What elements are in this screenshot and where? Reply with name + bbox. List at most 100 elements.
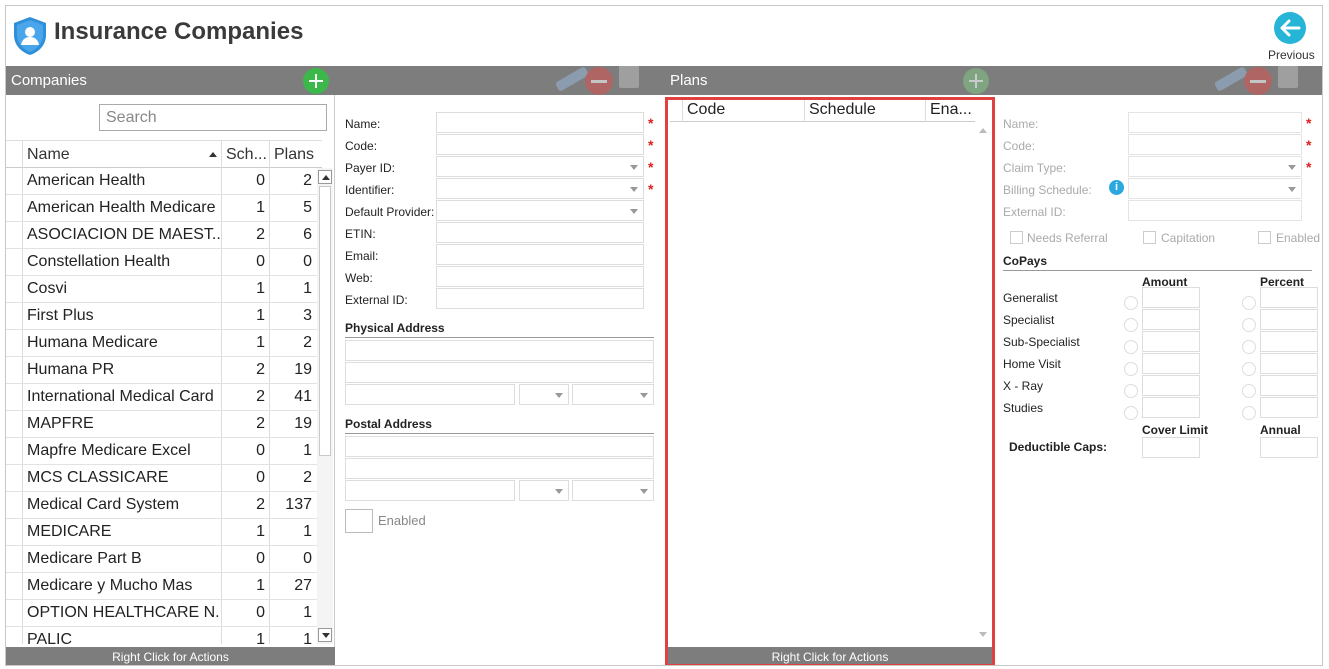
plan-enabled-checkbox[interactable]	[1258, 231, 1271, 244]
physical-city-field[interactable]	[345, 384, 515, 405]
plans-scrollbar[interactable]	[975, 122, 991, 644]
table-row[interactable]: Constellation Health 0 0	[6, 249, 322, 276]
table-row[interactable]: ASOCIACION DE MAEST... 2 6	[6, 222, 322, 249]
percent-radio-x-ray[interactable]	[1242, 384, 1256, 398]
delete-icon[interactable]	[585, 67, 613, 95]
column-header-plans[interactable]: Plans	[269, 141, 316, 168]
plan-code-label: Code:	[1003, 139, 1036, 153]
companies-footer[interactable]: Right Click for Actions	[6, 647, 335, 665]
postal-city-field[interactable]	[345, 480, 515, 501]
amount-radio-x-ray[interactable]	[1124, 384, 1138, 398]
amount-field-specialist[interactable]	[1142, 309, 1200, 330]
postal-address-line2[interactable]	[345, 458, 654, 479]
column-header-name[interactable]: Name	[22, 141, 221, 168]
percent-radio-generalist[interactable]	[1242, 296, 1256, 310]
amount-radio-sub-specialist[interactable]	[1124, 340, 1138, 354]
cover-limit-field[interactable]	[1142, 437, 1200, 458]
plan-code-field[interactable]	[1128, 134, 1302, 155]
previous-button[interactable]: Previous	[1268, 12, 1315, 64]
add-plan-button[interactable]	[963, 68, 989, 94]
scroll-down-icon[interactable]	[318, 628, 332, 642]
plan-external-id-field[interactable]	[1128, 200, 1302, 221]
percent-radio-home-visit[interactable]	[1242, 362, 1256, 376]
physical-address-line1[interactable]	[345, 340, 654, 361]
payer-id-label: Payer ID:	[345, 161, 396, 175]
amount-radio-home-visit[interactable]	[1124, 362, 1138, 376]
table-row[interactable]: Medicare y Mucho Mas 1 27	[6, 573, 322, 600]
plans-footer[interactable]: Right Click for Actions	[665, 647, 995, 665]
plans-count-cell: 137	[269, 492, 316, 518]
info-icon[interactable]: i	[1109, 180, 1124, 195]
amount-field-studies[interactable]	[1142, 397, 1200, 418]
enabled-checkbox[interactable]	[345, 509, 373, 533]
schedules-count-cell: 2	[221, 222, 269, 248]
external-id-field[interactable]	[436, 288, 644, 309]
add-company-button[interactable]	[303, 68, 329, 94]
percent-field-sub-specialist[interactable]	[1260, 331, 1318, 352]
percent-radio-sub-specialist[interactable]	[1242, 340, 1256, 354]
column-header-code[interactable]: Code	[682, 100, 804, 122]
percent-field-studies[interactable]	[1260, 397, 1318, 418]
search-input[interactable]: Search	[99, 104, 327, 131]
percent-field-generalist[interactable]	[1260, 287, 1318, 308]
payer-id-select[interactable]	[436, 156, 644, 177]
table-row[interactable]: International Medical Card 2 41	[6, 384, 322, 411]
amount-field-generalist[interactable]	[1142, 287, 1200, 308]
delete-icon[interactable]	[1244, 67, 1272, 95]
company-name-field[interactable]	[436, 112, 644, 133]
table-row[interactable]: Medicare Part B00	[6, 546, 322, 573]
email-field[interactable]	[436, 244, 644, 265]
percent-field-specialist[interactable]	[1260, 309, 1318, 330]
physical-state-select[interactable]	[519, 384, 569, 405]
percent-field-home-visit[interactable]	[1260, 353, 1318, 374]
percent-radio-specialist[interactable]	[1242, 318, 1256, 332]
amount-radio-generalist[interactable]	[1124, 296, 1138, 310]
table-row[interactable]: First Plus 1 3	[6, 303, 322, 330]
percent-radio-studies[interactable]	[1242, 406, 1256, 420]
scroll-up-icon[interactable]	[318, 170, 332, 184]
amount-field-sub-specialist[interactable]	[1142, 331, 1200, 352]
table-row[interactable]: OPTION HEALTHCARE N... 0 1	[6, 600, 322, 627]
physical-zip-select[interactable]	[572, 384, 654, 405]
column-header-schedule[interactable]: Schedule	[804, 100, 925, 122]
scroll-thumb[interactable]	[319, 186, 331, 456]
table-row[interactable]: Humana Medicare 1 2	[6, 330, 322, 357]
table-row[interactable]: MEDICARE 1 1	[6, 519, 322, 546]
company-code-field[interactable]	[436, 134, 644, 155]
postal-address-line1[interactable]	[345, 436, 654, 457]
table-row[interactable]: MCS CLASSICARE 0 2	[6, 465, 322, 492]
column-header-enabled[interactable]: Ena...	[925, 100, 975, 122]
identifier-select[interactable]	[436, 178, 644, 199]
postal-zip-select[interactable]	[572, 480, 654, 501]
table-row[interactable]: Cosvi 1 1	[6, 276, 322, 303]
postal-state-select[interactable]	[519, 480, 569, 501]
column-header-sch[interactable]: Sch...	[221, 141, 269, 168]
claim-type-select[interactable]	[1128, 156, 1302, 177]
amount-field-home-visit[interactable]	[1142, 353, 1200, 374]
save-icon[interactable]	[619, 66, 639, 88]
table-row[interactable]: American Health 0 2	[6, 168, 322, 195]
web-field[interactable]	[436, 266, 644, 287]
percent-field-x-ray[interactable]	[1260, 375, 1318, 396]
table-row[interactable]: PALIC 1 1	[6, 627, 322, 644]
table-row[interactable]: Mapfre Medicare Excel 0 1	[6, 438, 322, 465]
annual-field[interactable]	[1260, 437, 1318, 458]
default-provider-select[interactable]	[436, 200, 644, 221]
companies-scrollbar[interactable]	[317, 168, 333, 644]
table-row[interactable]: MAPFRE 2 19	[6, 411, 322, 438]
amount-radio-specialist[interactable]	[1124, 318, 1138, 332]
table-row[interactable]: Medical Card System 2 137	[6, 492, 322, 519]
etin-field[interactable]	[436, 222, 644, 243]
billing-schedule-select[interactable]	[1128, 178, 1302, 199]
scroll-down-icon[interactable]	[977, 629, 989, 641]
save-icon[interactable]	[1278, 66, 1298, 88]
needs-referral-checkbox[interactable]	[1010, 231, 1023, 244]
capitation-checkbox[interactable]	[1143, 231, 1156, 244]
physical-address-line2[interactable]	[345, 362, 654, 383]
scroll-up-icon[interactable]	[977, 125, 989, 137]
plan-name-field[interactable]	[1128, 112, 1302, 133]
amount-field-x-ray[interactable]	[1142, 375, 1200, 396]
table-row[interactable]: American Health Medicare 1 5	[6, 195, 322, 222]
amount-radio-studies[interactable]	[1124, 406, 1138, 420]
table-row[interactable]: Humana PR 2 19	[6, 357, 322, 384]
